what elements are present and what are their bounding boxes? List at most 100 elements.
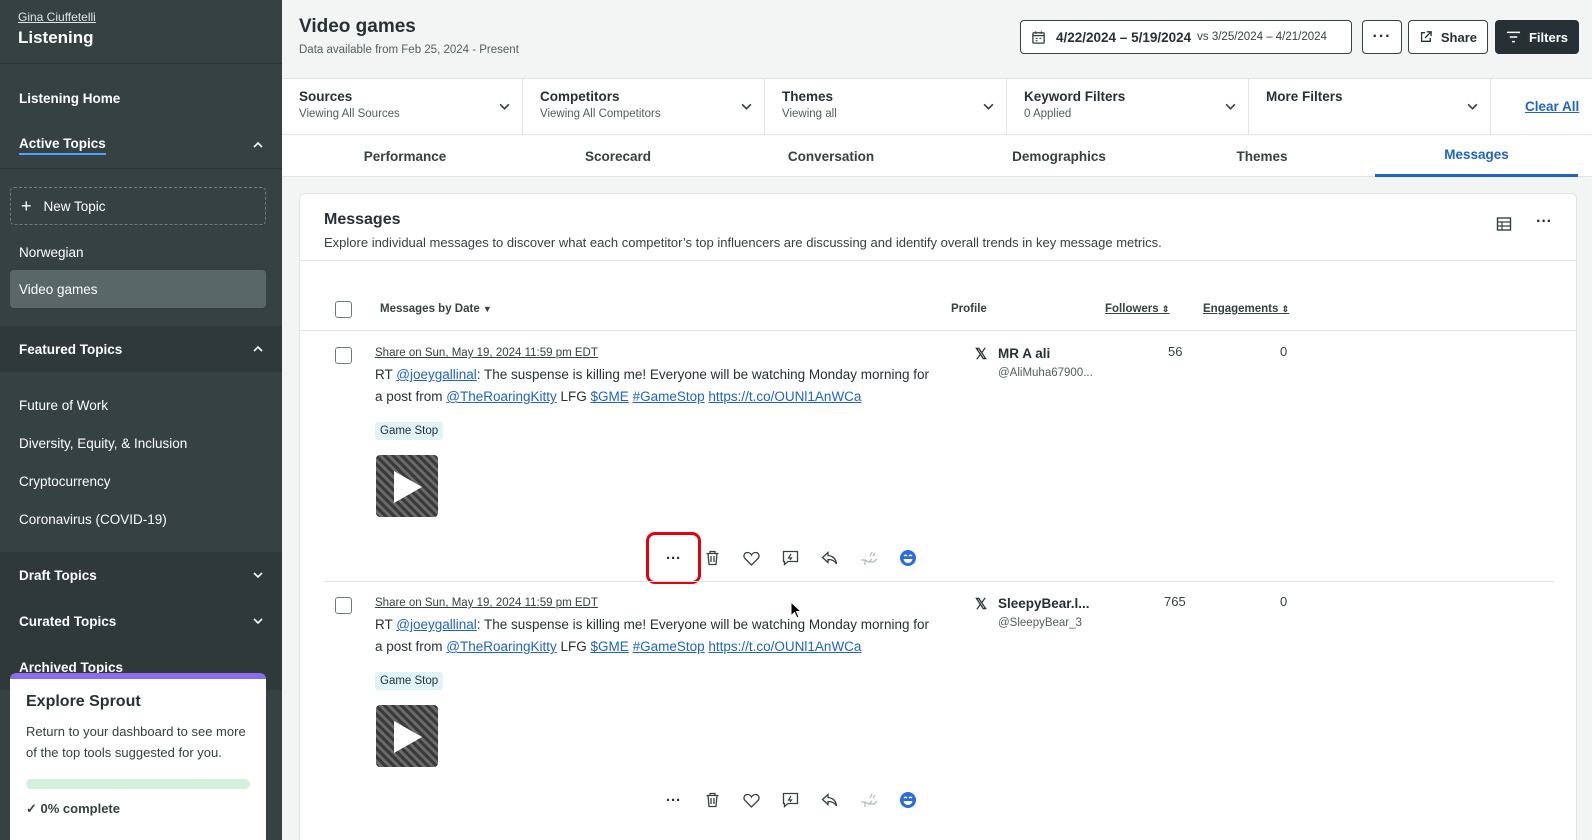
select-all-checkbox[interactable] bbox=[335, 301, 352, 318]
tag-message-button[interactable] bbox=[849, 785, 888, 815]
explore-progress-label: ✓ 0% complete bbox=[26, 801, 250, 817]
filters-button[interactable]: Filters bbox=[1495, 20, 1579, 54]
app-title: Listening bbox=[18, 28, 264, 48]
col-profile: Profile bbox=[951, 303, 987, 315]
share-button[interactable]: Share bbox=[1408, 20, 1488, 54]
sidebar-item-future-of-work[interactable]: Future of Work bbox=[0, 387, 282, 423]
mention-link[interactable]: @TheRoaringKitty bbox=[446, 639, 557, 654]
curated-topics-section[interactable]: Curated Topics bbox=[0, 598, 282, 644]
more-options-button[interactable]: ··· bbox=[1362, 20, 1402, 54]
sidebar-item-norwegian[interactable]: Norwegian bbox=[0, 234, 282, 270]
filter-more[interactable]: More Filters bbox=[1249, 79, 1491, 134]
mention-link[interactable]: @joeygallinal bbox=[396, 367, 477, 382]
hashtag-link[interactable]: #GameStop bbox=[633, 389, 705, 404]
quote-button[interactable] bbox=[771, 543, 810, 573]
compare-range-value: vs 3/25/2024 – 4/21/2024 bbox=[1197, 31, 1327, 43]
hashtag-link[interactable]: #GameStop bbox=[633, 639, 705, 654]
profile-name[interactable]: MR A ali bbox=[998, 346, 1050, 361]
heart-icon bbox=[743, 793, 760, 808]
sidebar-item-dei[interactable]: Diversity, Equity, & Inclusion bbox=[0, 425, 282, 461]
cashtag-link[interactable]: $GME bbox=[591, 639, 629, 654]
panel-actions: ··· bbox=[1496, 216, 1552, 232]
col-followers[interactable]: Followers ⇕ bbox=[1105, 303, 1169, 315]
panel-title: Messages bbox=[324, 211, 401, 229]
explore-title: Explore Sprout bbox=[26, 693, 250, 711]
filter-icon bbox=[1506, 30, 1521, 44]
filter-keyword[interactable]: Keyword Filters 0 Applied bbox=[1007, 79, 1249, 134]
cashtag-link[interactable]: $GME bbox=[591, 389, 629, 404]
profile-name[interactable]: SleepyBear.l... bbox=[998, 596, 1090, 611]
new-topic-button[interactable]: + New Topic bbox=[10, 187, 266, 225]
url-link[interactable]: https://t.co/OUNl1AnWCa bbox=[708, 639, 861, 654]
mouse-cursor-icon bbox=[790, 601, 802, 619]
active-topics-section[interactable]: Active Topics bbox=[0, 122, 282, 168]
profile-handle: @AliMuha67900... bbox=[998, 367, 1093, 379]
ellipsis-icon[interactable]: ··· bbox=[1536, 216, 1552, 232]
chevron-down-icon bbox=[253, 570, 263, 580]
filter-sources[interactable]: Sources Viewing All Sources bbox=[282, 79, 523, 134]
new-topic-label: New Topic bbox=[44, 199, 106, 214]
active-topics-label: Active Topics bbox=[19, 136, 106, 155]
video-thumbnail[interactable] bbox=[376, 705, 438, 767]
reply-button[interactable] bbox=[810, 543, 849, 573]
sidebar-item-video-games[interactable]: Video games bbox=[10, 270, 266, 308]
share-icon bbox=[1419, 29, 1433, 45]
clear-all-link[interactable]: Clear All bbox=[1525, 99, 1579, 114]
sentiment-button[interactable] bbox=[888, 543, 927, 573]
table-view-icon[interactable] bbox=[1496, 216, 1512, 232]
sidebar-item-listening-home[interactable]: Listening Home bbox=[0, 80, 282, 116]
reply-button[interactable] bbox=[810, 785, 849, 815]
mention-link[interactable]: @joeygallinal bbox=[396, 617, 477, 632]
row-checkbox[interactable] bbox=[335, 347, 352, 364]
filter-themes[interactable]: Themes Viewing all bbox=[765, 79, 1007, 134]
more-actions-button[interactable]: ··· bbox=[649, 535, 698, 581]
message-date-link[interactable]: Share on Sun, May 19, 2024 11:59 pm EDT bbox=[375, 347, 598, 359]
delete-button[interactable] bbox=[693, 543, 732, 573]
filter-competitors[interactable]: Competitors Viewing All Competitors bbox=[523, 79, 765, 134]
page-title: Video games bbox=[299, 16, 416, 38]
date-range-button[interactable]: 4/22/2024 – 5/19/2024 vs 3/25/2024 – 4/2… bbox=[1020, 20, 1352, 54]
draft-topics-label: Draft Topics bbox=[19, 568, 97, 583]
quote-icon bbox=[782, 550, 799, 566]
sentiment-button[interactable] bbox=[888, 785, 927, 815]
sidebar-header: Gina Ciuffetelli Listening bbox=[0, 0, 282, 64]
col-engagements[interactable]: Engagements ⇕ bbox=[1203, 303, 1289, 315]
quote-button[interactable] bbox=[771, 785, 810, 815]
sidebar-item-cryptocurrency[interactable]: Cryptocurrency bbox=[0, 463, 282, 499]
video-thumbnail[interactable] bbox=[376, 455, 438, 517]
like-button[interactable] bbox=[732, 543, 771, 573]
draft-topics-section[interactable]: Draft Topics bbox=[0, 552, 282, 598]
url-link[interactable]: https://t.co/OUNl1AnWCa bbox=[708, 389, 861, 404]
tab-bar: Performance Scorecard Conversation Demog… bbox=[282, 135, 1592, 177]
featured-topics-section[interactable]: Featured Topics bbox=[0, 326, 282, 372]
row-checkbox[interactable] bbox=[335, 597, 352, 614]
tab-scorecard[interactable]: Scorecard bbox=[528, 135, 708, 177]
tab-conversation[interactable]: Conversation bbox=[708, 135, 954, 177]
ellipsis-icon: ··· bbox=[666, 550, 681, 567]
tab-performance[interactable]: Performance bbox=[282, 135, 528, 177]
tab-themes[interactable]: Themes bbox=[1164, 135, 1360, 177]
filter-label: Sources bbox=[299, 89, 505, 104]
explore-text: Return to your dashboard to see more of … bbox=[26, 721, 250, 763]
sort-icon: ⇕ bbox=[1282, 304, 1290, 314]
tag-message-button[interactable] bbox=[849, 543, 888, 573]
col-messages-by-date[interactable]: Messages by Date ▼ bbox=[380, 303, 492, 315]
tab-messages[interactable]: Messages bbox=[1375, 135, 1578, 177]
smiley-icon bbox=[899, 791, 917, 809]
reply-icon bbox=[821, 551, 838, 565]
mention-link[interactable]: @TheRoaringKitty bbox=[446, 389, 557, 404]
tab-demographics[interactable]: Demographics bbox=[954, 135, 1164, 177]
like-button[interactable] bbox=[732, 785, 771, 815]
sort-down-icon: ▼ bbox=[483, 304, 492, 314]
chevron-down-icon bbox=[1225, 101, 1236, 112]
user-name-link[interactable]: Gina Ciuffetelli bbox=[18, 10, 264, 24]
message-date-link[interactable]: Share on Sun, May 19, 2024 11:59 pm EDT bbox=[375, 597, 598, 609]
delete-button[interactable] bbox=[693, 785, 732, 815]
main-content: Video games Data available from Feb 25, … bbox=[282, 0, 1592, 840]
curated-topics-label: Curated Topics bbox=[19, 614, 116, 629]
sidebar-item-covid[interactable]: Coronavirus (COVID-19) bbox=[0, 501, 282, 537]
x-twitter-icon: 𝕏 bbox=[975, 595, 987, 613]
more-actions-button[interactable]: ··· bbox=[649, 785, 698, 815]
filter-value: Viewing all bbox=[782, 108, 989, 120]
ellipsis-icon: ··· bbox=[1373, 28, 1392, 46]
